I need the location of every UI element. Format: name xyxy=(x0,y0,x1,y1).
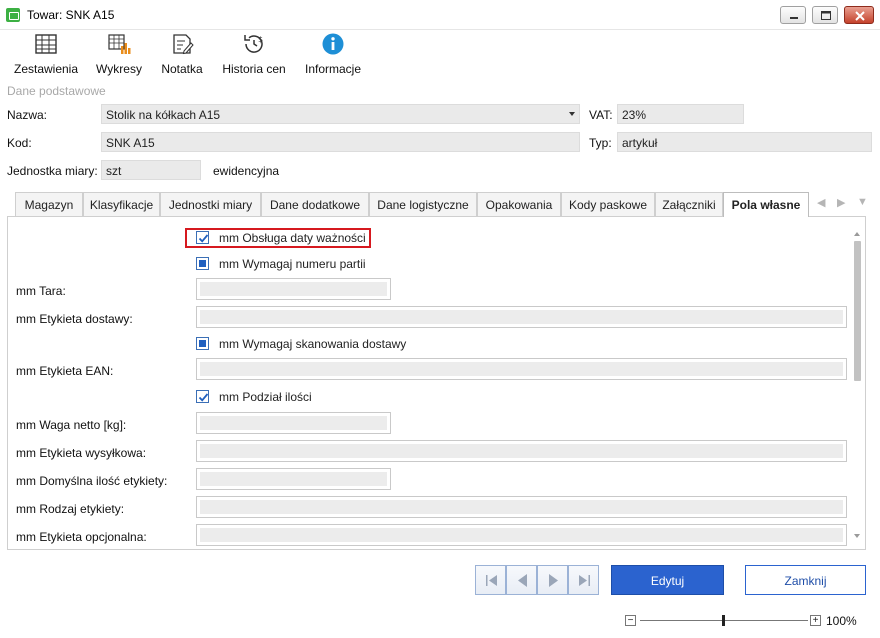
input-rodzaj-etykiety[interactable] xyxy=(196,496,847,518)
first-icon xyxy=(486,575,497,586)
type-label: Typ: xyxy=(589,136,612,150)
first-record-button[interactable] xyxy=(475,565,506,595)
vertical-scrollbar[interactable] xyxy=(852,226,864,548)
zoom-out-button[interactable]: − xyxy=(625,615,636,626)
check-icon xyxy=(198,234,209,243)
input-etykieta-ean[interactable] xyxy=(196,358,847,380)
previous-icon xyxy=(518,574,527,587)
chevron-down-icon[interactable] xyxy=(569,112,575,116)
label-etykieta-wysylkowa: mm Etykieta wysyłkowa: xyxy=(16,446,147,460)
toolbar-historia-cen-button[interactable]: $ Historia cen xyxy=(218,30,290,82)
last-record-button[interactable] xyxy=(568,565,599,595)
tab-klasyfikacje[interactable]: Klasyfikacje xyxy=(83,192,160,216)
window-title: Towar: SNK A15 xyxy=(27,8,115,22)
zoom-level: 100% xyxy=(826,614,857,628)
label-rodzaj-etykiety: mm Rodzaj etykiety: xyxy=(16,502,125,516)
tab-zalaczniki[interactable]: Załączniki xyxy=(655,192,723,216)
input-etykieta-opcjonalna[interactable] xyxy=(196,524,847,546)
name-label: Nazwa: xyxy=(7,108,48,122)
toolbar-notatka-button[interactable]: Notatka xyxy=(156,30,208,82)
title-bar: Towar: SNK A15 xyxy=(0,0,880,30)
unit-note: ewidencyjna xyxy=(213,164,280,178)
app-icon xyxy=(6,8,20,22)
label-tara: mm Tara: xyxy=(16,284,66,298)
chart-icon xyxy=(108,34,131,54)
toolbar-informacje-button[interactable]: Informacje xyxy=(300,30,366,82)
checkbox-wymagaj-skanowania[interactable] xyxy=(196,337,209,350)
tab-opakowania[interactable]: Opakowania xyxy=(477,192,561,216)
toolbar-wykresy-button[interactable]: Wykresy xyxy=(92,30,146,82)
input-domyslna-ilosc[interactable] xyxy=(196,468,391,490)
zoom-slider-thumb[interactable] xyxy=(722,615,725,626)
tab-kody-paskowe[interactable]: Kody paskowe xyxy=(561,192,655,216)
close-button[interactable]: Zamknij xyxy=(745,565,866,595)
scroll-thumb[interactable] xyxy=(854,241,861,381)
label-podzial-ilosci: mm Podział ilości xyxy=(219,390,312,404)
minimize-button[interactable] xyxy=(780,6,806,24)
input-etykieta-dostawy[interactable] xyxy=(196,306,847,328)
input-tara[interactable] xyxy=(196,278,391,300)
input-waga-netto[interactable] xyxy=(196,412,391,434)
toolbar-zestawienia-button[interactable]: Zestawienia xyxy=(8,30,84,82)
next-record-button[interactable] xyxy=(537,565,568,595)
next-icon xyxy=(549,574,558,587)
tab-scroll-left-icon[interactable]: ◀ xyxy=(817,196,825,209)
label-domyslna-ilosc: mm Domyślna ilość etykiety: xyxy=(16,474,168,488)
tab-strip: Magazyn Klasyfikacje Jednostki miary Dan… xyxy=(15,192,873,217)
checkbox-obsluga-daty[interactable] xyxy=(196,231,209,244)
maximize-button[interactable] xyxy=(812,6,838,24)
unit-label: Jednostka miary: xyxy=(7,164,98,178)
toolbar-label: Historia cen xyxy=(222,62,286,76)
label-waga-netto: mm Waga netto [kg]: xyxy=(16,418,127,432)
tab-dane-logistyczne[interactable]: Dane logistyczne xyxy=(369,192,477,216)
label-obsluga-daty: mm Obsługa daty ważności xyxy=(219,231,366,245)
name-value: Stolik na kółkach A15 xyxy=(106,108,221,122)
type-field[interactable]: artykuł xyxy=(617,132,872,152)
edit-button[interactable]: Edytuj xyxy=(611,565,724,595)
zoom-in-button[interactable]: + xyxy=(810,615,821,626)
tab-pola-wlasne[interactable]: Pola własne xyxy=(723,192,809,217)
tab-scroll-right-icon[interactable]: ▶ xyxy=(837,196,845,209)
name-combobox[interactable]: Stolik na kółkach A15 xyxy=(101,104,580,124)
previous-record-button[interactable] xyxy=(506,565,537,595)
input-etykieta-wysylkowa[interactable] xyxy=(196,440,847,462)
label-wymagaj-skanowania: mm Wymagaj skanowania dostawy xyxy=(219,337,407,351)
check-icon xyxy=(198,393,209,402)
label-wymagaj-partii: mm Wymagaj numeru partii xyxy=(219,257,366,271)
code-field[interactable]: SNK A15 xyxy=(101,132,580,152)
svg-text:$: $ xyxy=(258,35,263,44)
vat-label: VAT: xyxy=(589,108,613,122)
toolbar-label: Notatka xyxy=(161,62,203,76)
last-icon xyxy=(579,575,590,586)
unit-field[interactable]: szt xyxy=(101,160,201,180)
checkbox-wymagaj-partii[interactable] xyxy=(196,257,209,270)
close-window-button[interactable] xyxy=(844,6,874,24)
vat-field[interactable]: 23% xyxy=(617,104,744,124)
tab-dane-dodatkowe[interactable]: Dane dodatkowe xyxy=(261,192,369,216)
label-etykieta-opcjonalna: mm Etykieta opcjonalna: xyxy=(16,530,147,544)
label-etykieta-dostawy: mm Etykieta dostawy: xyxy=(16,312,133,326)
tab-magazyn[interactable]: Magazyn xyxy=(15,192,83,216)
info-icon xyxy=(322,33,344,55)
toolbar-label: Zestawienia xyxy=(13,62,79,76)
scroll-up-icon[interactable] xyxy=(854,232,860,236)
code-label: Kod: xyxy=(7,136,32,150)
price-history-icon: $ xyxy=(244,35,263,53)
toolbar-label: Wykresy xyxy=(96,62,142,76)
checkbox-podzial-ilosci[interactable] xyxy=(196,390,209,403)
table-icon xyxy=(35,34,57,54)
toolbar-label: Informacje xyxy=(304,62,362,76)
tab-jednostki-miary[interactable]: Jednostki miary xyxy=(160,192,261,216)
scroll-down-icon[interactable] xyxy=(854,534,860,538)
note-icon xyxy=(173,34,194,55)
tab-list-dropdown-icon[interactable]: ▼ xyxy=(857,196,868,208)
label-etykieta-ean: mm Etykieta EAN: xyxy=(16,364,114,378)
section-title-basic-data: Dane podstawowe xyxy=(7,84,106,98)
